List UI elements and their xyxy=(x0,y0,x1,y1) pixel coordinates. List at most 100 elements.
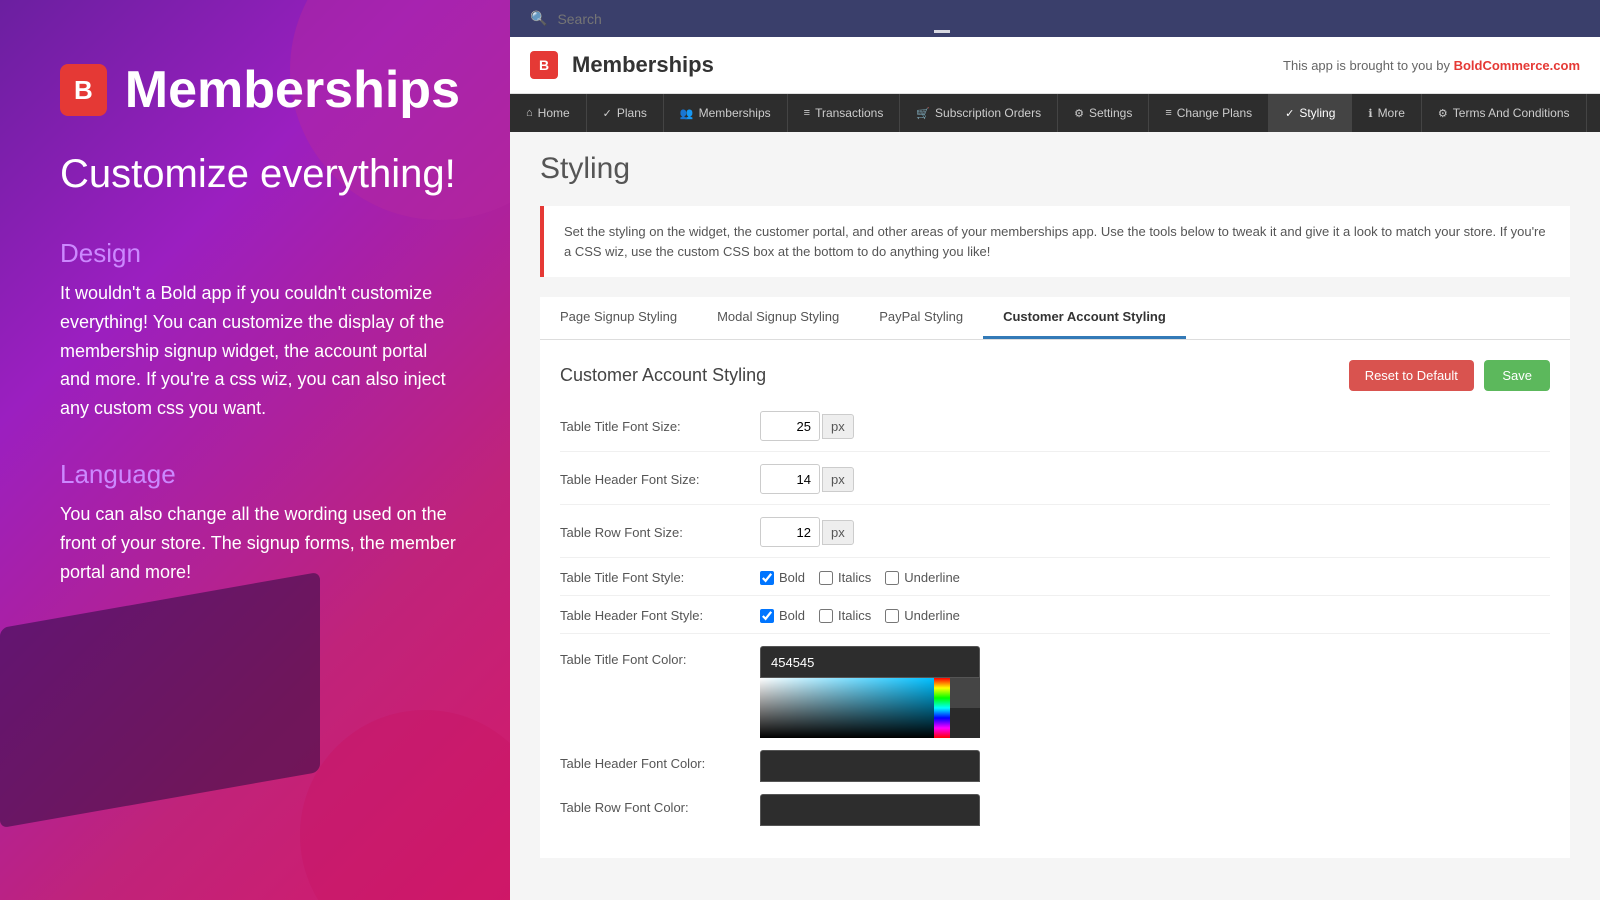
tab-customer-account[interactable]: Customer Account Styling xyxy=(983,297,1186,339)
header-italics-checkbox[interactable] xyxy=(819,609,833,623)
logo-text: Memberships xyxy=(125,60,460,120)
app-logo-icon: B xyxy=(530,51,558,79)
header-underline-checkbox-label[interactable]: Underline xyxy=(885,608,960,623)
color-swatch-light[interactable] xyxy=(950,678,980,708)
header-italics-label: Italics xyxy=(838,608,871,623)
px-label-3: px xyxy=(822,520,854,545)
section1-text: It wouldn't a Bold app if you couldn't c… xyxy=(60,279,460,423)
nav-change-plans-label: Change Plans xyxy=(1177,106,1252,120)
table-header-font-style-label: Table Header Font Style: xyxy=(560,608,760,623)
more-icon: ℹ xyxy=(1368,107,1372,120)
nav-home[interactable]: ⌂ Home xyxy=(510,94,587,132)
header-italics-checkbox-label[interactable]: Italics xyxy=(819,608,871,623)
title-bold-checkbox[interactable] xyxy=(760,571,774,585)
px-label-2: px xyxy=(822,467,854,492)
styling-section-title: Customer Account Styling xyxy=(560,365,766,386)
nav-plans[interactable]: ✓ Plans xyxy=(587,94,664,132)
memberships-icon: 👥 xyxy=(680,107,694,120)
title-underline-checkbox[interactable] xyxy=(885,571,899,585)
tab-page-signup[interactable]: Page Signup Styling xyxy=(540,297,697,339)
change-plans-icon: ≡ xyxy=(1165,107,1171,119)
header-bold-checkbox-label[interactable]: Bold xyxy=(760,608,805,623)
title-bold-checkbox-label[interactable]: Bold xyxy=(760,570,805,585)
table-header-font-color-row: Table Header Font Color: xyxy=(560,750,1550,782)
color-swatches xyxy=(950,678,980,738)
table-title-font-size-label: Table Title Font Size: xyxy=(560,419,760,434)
table-title-font-size-row: Table Title Font Size: px xyxy=(560,411,1550,452)
table-header-font-size-label: Table Header Font Size: xyxy=(560,472,760,487)
tab-modal-signup[interactable]: Modal Signup Styling xyxy=(697,297,859,339)
color-hex-input-header[interactable] xyxy=(760,750,980,782)
tab-paypal[interactable]: PayPal Styling xyxy=(859,297,983,339)
styling-section: Customer Account Styling Reset to Defaul… xyxy=(540,340,1570,858)
nav-change-plans[interactable]: ≡ Change Plans xyxy=(1149,94,1269,132)
reset-to-default-button[interactable]: Reset to Default xyxy=(1349,360,1474,391)
title-underline-checkbox-label[interactable]: Underline xyxy=(885,570,960,585)
nav-more-label: More xyxy=(1378,106,1405,120)
color-input-row-color xyxy=(760,794,980,826)
plans-icon: ✓ xyxy=(603,107,612,120)
section2-title: Language xyxy=(60,459,460,490)
section1-title: Design xyxy=(60,238,460,269)
info-box: Set the styling on the widget, the custo… xyxy=(540,206,1570,277)
settings-icon: ⚙ xyxy=(1074,107,1084,120)
table-header-font-size-row: Table Header Font Size: px xyxy=(560,464,1550,505)
tabs: Page Signup Styling Modal Signup Styling… xyxy=(540,297,1570,340)
subscription-icon: 🛒 xyxy=(916,107,930,120)
nav-memberships[interactable]: 👥 Memberships xyxy=(664,94,788,132)
nav-more[interactable]: ℹ More xyxy=(1352,94,1422,132)
title-italics-checkbox[interactable] xyxy=(819,571,833,585)
transactions-icon: ≡ xyxy=(804,107,810,119)
nav-transactions-label: Transactions xyxy=(815,106,883,120)
header-underline-checkbox[interactable] xyxy=(885,609,899,623)
color-gradient-main[interactable] xyxy=(760,678,934,738)
nav-plans-label: Plans xyxy=(617,106,647,120)
px-label-1: px xyxy=(822,414,854,439)
table-row-font-size-input[interactable] xyxy=(760,517,820,547)
table-row-font-size-input-group: px xyxy=(760,517,854,547)
brought-by-text: This app is brought to you by xyxy=(1283,58,1454,73)
nav-styling[interactable]: ✓ Styling xyxy=(1269,94,1352,132)
table-title-font-size-input-group: px xyxy=(760,411,854,441)
page-title: Styling xyxy=(540,152,1570,186)
table-row-font-size-row: Table Row Font Size: px xyxy=(560,517,1550,558)
color-hex-input-title[interactable] xyxy=(760,646,980,678)
table-header-font-color-label: Table Header Font Color: xyxy=(560,750,760,771)
color-swatch-dark[interactable] xyxy=(950,708,980,738)
app-header-title: Memberships xyxy=(572,52,714,78)
logo-row: B Memberships xyxy=(60,60,460,120)
right-panel: 🔍 B Memberships This app is brought to y… xyxy=(510,0,1600,900)
table-header-font-style-checkboxes: Bold Italics Underline xyxy=(760,608,960,623)
table-title-font-style-label: Table Title Font Style: xyxy=(560,570,760,585)
nav-styling-label: Styling xyxy=(1299,106,1335,120)
left-panel: B Memberships Customize everything! Desi… xyxy=(0,0,510,900)
styling-header: Customer Account Styling Reset to Defaul… xyxy=(560,360,1550,391)
table-title-font-color-row: Table Title Font Color: xyxy=(560,646,1550,738)
section2-text: You can also change all the wording used… xyxy=(60,500,460,586)
color-hue-slider[interactable] xyxy=(934,678,950,738)
save-button[interactable]: Save xyxy=(1484,360,1550,391)
title-italics-label: Italics xyxy=(838,570,871,585)
header-bold-checkbox[interactable] xyxy=(760,609,774,623)
home-icon: ⌂ xyxy=(526,107,533,119)
color-hex-input-row[interactable] xyxy=(760,794,980,826)
nav-terms[interactable]: ⚙ Terms And Conditions xyxy=(1422,94,1587,132)
nav-bar: ⌂ Home ✓ Plans 👥 Memberships ≡ Transacti… xyxy=(510,94,1600,132)
table-title-font-color-label: Table Title Font Color: xyxy=(560,646,760,667)
nav-settings[interactable]: ⚙ Settings xyxy=(1058,94,1149,132)
color-input-header xyxy=(760,750,980,782)
table-title-font-size-input[interactable] xyxy=(760,411,820,441)
decorative-shape xyxy=(0,572,320,828)
title-italics-checkbox-label[interactable]: Italics xyxy=(819,570,871,585)
search-input[interactable] xyxy=(557,11,1580,27)
title-bold-label: Bold xyxy=(779,570,805,585)
bold-commerce-link[interactable]: BoldCommerce.com xyxy=(1454,58,1580,73)
styling-actions: Reset to Default Save xyxy=(1349,360,1550,391)
main-content: Styling Set the styling on the widget, t… xyxy=(510,132,1600,900)
nav-transactions[interactable]: ≡ Transactions xyxy=(788,94,901,132)
table-header-font-size-input[interactable] xyxy=(760,464,820,494)
search-bar: 🔍 xyxy=(510,0,1600,37)
table-row-font-color-row: Table Row Font Color: xyxy=(560,794,1550,826)
app-header-right: This app is brought to you by BoldCommer… xyxy=(1283,58,1580,73)
nav-subscription-orders[interactable]: 🛒 Subscription Orders xyxy=(900,94,1058,132)
